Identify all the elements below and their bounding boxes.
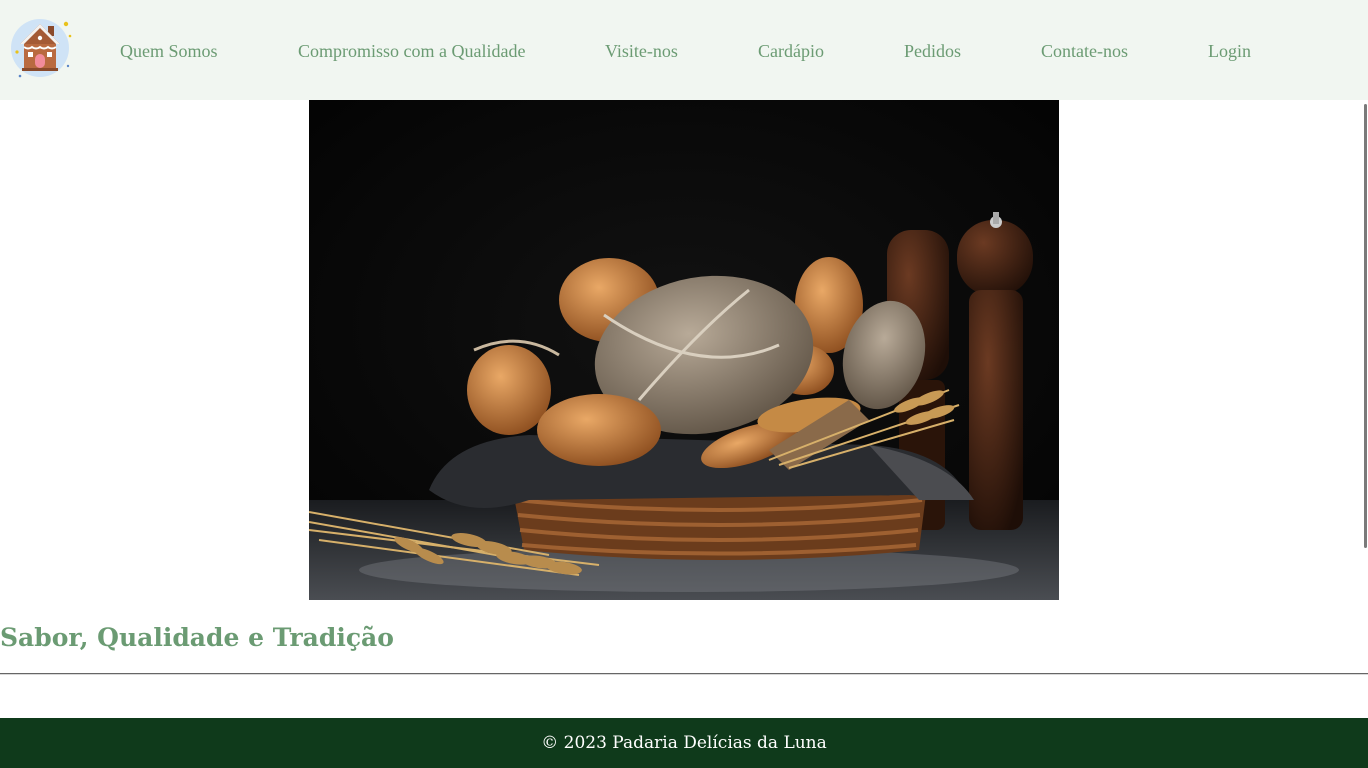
logo-link[interactable]: [8, 16, 72, 80]
nav-contate-nos[interactable]: Contate-nos: [1041, 40, 1128, 62]
section-divider: [0, 673, 1368, 675]
site-header: Quem Somos Compromisso com a Qualidade V…: [0, 0, 1368, 100]
site-footer: © 2023 Padaria Delícias da Luna: [0, 718, 1368, 768]
nav-cardapio[interactable]: Cardápio: [758, 40, 824, 62]
footer-copyright: © 2023 Padaria Delícias da Luna: [541, 733, 827, 753]
page-headline: Sabor, Qualidade e Tradição: [0, 623, 394, 652]
bread-basket-photo: [309, 100, 1059, 600]
nav-compromisso-qualidade[interactable]: Compromisso com a Qualidade: [298, 40, 525, 62]
nav-visite-nos[interactable]: Visite-nos: [605, 40, 678, 62]
hero-image: [309, 100, 1059, 600]
gingerbread-house-icon: [11, 19, 72, 78]
nav-pedidos[interactable]: Pedidos: [904, 40, 961, 62]
scrollbar-thumb[interactable]: [1364, 104, 1367, 548]
nav-quem-somos[interactable]: Quem Somos: [120, 40, 218, 62]
nav-login[interactable]: Login: [1208, 40, 1251, 62]
